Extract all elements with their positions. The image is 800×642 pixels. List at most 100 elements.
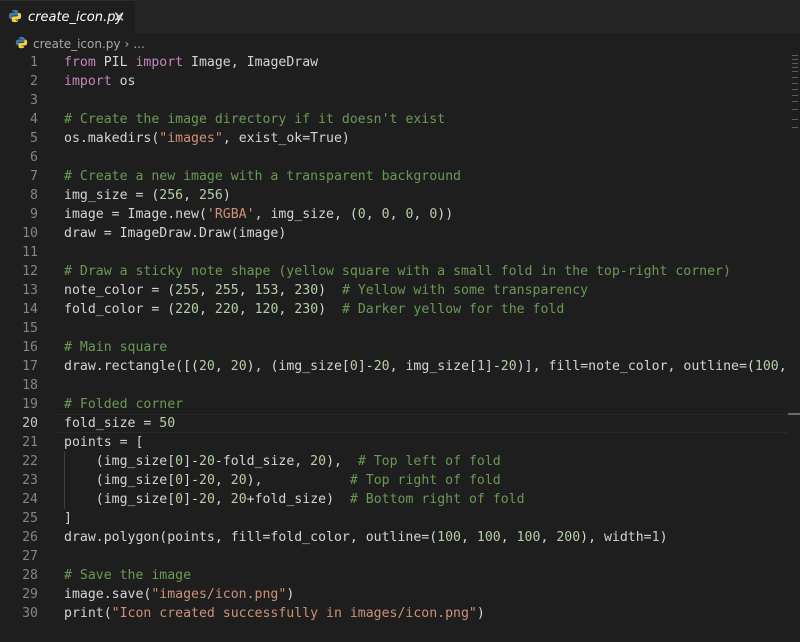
code-line[interactable]: 18 [0,376,788,395]
token-plain: , [183,188,199,203]
code-line[interactable]: 27 [0,547,788,566]
token-number: 20 [500,359,517,374]
ruler-mark [792,89,798,90]
token-plain: os.makedirs( [64,131,160,146]
token-plain: ]- [183,473,199,488]
token-number: 1 [651,530,660,545]
token-plain: ), [326,454,358,469]
token-plain: ), (img_size[ [246,359,350,374]
line-number: 6 [30,150,38,165]
line-number: 25 [22,511,38,526]
token-plain: +fold_size) [246,492,350,507]
breadcrumb-separator: › [124,37,130,51]
code-line[interactable]: 14 fold_color = (220, 220, 120, 230) # Da… [0,300,788,319]
code-line[interactable]: 19 # Folded corner [0,395,788,414]
ruler-mark [792,95,798,96]
code-line[interactable]: 30 print("Icon created successfully in im… [0,604,788,623]
line-number: 18 [22,378,38,393]
overview-ruler[interactable] [788,53,800,642]
code-line[interactable]: 12 # Draw a sticky note shape (yellow squ… [0,262,788,281]
line-number: 3 [30,93,38,108]
line-number: 16 [22,340,38,355]
token-number: 20 [310,454,327,469]
token-plain: Image, ImageDraw [183,55,319,70]
code-line[interactable]: 5 os.makedirs("images", exist_ok=True) [0,129,788,148]
code-line[interactable]: 10 draw = ImageDraw.Draw(image) [0,224,788,243]
token-string: "images/icon.png" [151,587,287,602]
token-number: 220 [175,302,199,317]
breadcrumb-symbols[interactable]: ... [133,37,144,51]
line-number: 14 [22,302,38,317]
code-text: draw = ImageDraw.Draw(image) [64,224,286,243]
code-editor[interactable]: 1 from PIL import Image, ImageDraw 2 import… [0,53,788,642]
token-keyword: import [64,74,112,89]
code-text: image.save("images/icon.png") [64,585,294,604]
token-keyword: from [64,55,96,70]
code-text: points = [ [64,433,143,452]
ruler-mark [792,83,798,84]
code-line[interactable]: 11 [0,243,788,262]
token-plain: ) [659,530,668,545]
token-number: 20 [230,473,247,488]
token-number: 0 [381,207,390,222]
code-text: draw.polygon(points, fill=fold_color, ou… [64,528,668,547]
token-number: 220 [214,302,239,317]
code-line[interactable]: 15 [0,319,788,338]
code-line[interactable]: 21 points = [ [0,433,788,452]
code-line[interactable]: 6 [0,148,788,167]
token-comment: # Create a new image with a transparent … [64,169,461,184]
token-plain: ), [246,473,350,488]
code-line[interactable]: 28 # Save the image [0,566,788,585]
token-comment: # Bottom right of fold [349,492,525,507]
token-number: 120 [254,302,279,317]
code-line[interactable]: 26 draw.polygon(points, fill=fold_color, … [0,528,788,547]
token-plain: , exist_ok=True) [222,131,350,146]
code-line[interactable]: 8 img_size = (256, 256) [0,186,788,205]
code-line[interactable]: 2 import os [0,72,788,91]
token-number: 100 [437,530,461,545]
code-line[interactable]: 29 image.save("images/icon.png") [0,585,788,604]
token-number: 255 [175,283,199,298]
token-string: "Icon created successfully in images/ico… [111,606,477,621]
code-text: print("Icon created successfully in imag… [64,604,485,623]
token-plain: , img_size[ [389,359,477,374]
code-line[interactable]: 3 [0,91,788,110]
token-number: 153 [254,283,279,298]
token-comment: # Top right of fold [349,473,501,488]
token-comment: # Main square [64,340,168,355]
code-text: image = Image.new('RGBA', img_size, (0, … [64,205,453,224]
token-plain: ]- [183,454,199,469]
code-line[interactable]: 1 from PIL import Image, ImageDraw [0,53,788,72]
line-number: 1 [30,55,38,70]
token-plain: , [238,283,255,298]
code-line[interactable]: 13 note_color = (255, 255, 153, 230) # Ye… [0,281,788,300]
token-plain: -fold_size, [214,454,311,469]
indent-guide [64,452,65,509]
token-plain: , [198,302,215,317]
code-line[interactable]: 24 (img_size[0]-20, 20+fold_size) # Bott… [0,490,788,509]
line-number: 15 [22,321,38,336]
code-text: # Create the image directory if it doesn… [64,110,445,129]
ruler-mark [792,101,798,102]
code-line[interactable]: 16 # Main square [0,338,788,357]
tab-create-icon[interactable]: create_icon.py ✕ [0,0,135,33]
close-icon[interactable]: ✕ [111,9,127,25]
code-line[interactable]: 7 # Create a new image with a transparent… [0,167,788,186]
ruler-mark [792,119,798,120]
tab-bar: create_icon.py ✕ [0,0,800,34]
code-line[interactable]: 17 draw.rectangle([(20, 20), (img_size[0]… [0,357,788,376]
code-line[interactable]: 25] [0,509,788,528]
breadcrumb-file[interactable]: create_icon.py [33,37,121,51]
line-number: 23 [22,473,38,488]
ruler-mark [792,109,798,110]
code-line[interactable]: 22 (img_size[0]-20-fold_size, 20), # Top… [0,452,788,471]
code-line[interactable]: 4 # Create the image directory if it does… [0,110,788,129]
token-number: 0 [357,207,366,222]
line-number: 20 [22,416,38,431]
code-line[interactable]: 9 image = Image.new('RGBA', img_size, (0,… [0,205,788,224]
ruler-mark [792,71,798,72]
code-text: (img_size[0]-20, 20), # Top right of fol… [64,471,501,490]
code-line[interactable]: 20 fold_size = 50 [0,414,788,433]
code-text: # Main square [64,338,167,357]
code-line[interactable]: 23 (img_size[0]-20, 20), # Top right of … [0,471,788,490]
